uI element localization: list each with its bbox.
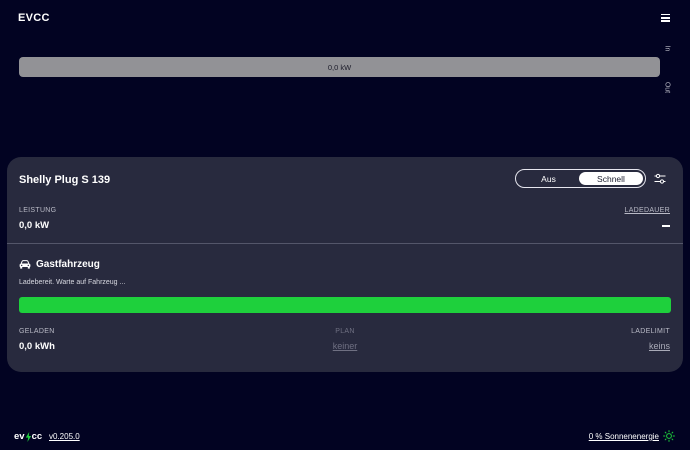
mode-off-button[interactable]: Aus [519,172,578,185]
charge-limit-label: LADELIMIT [631,328,670,335]
charge-duration-label[interactable]: LADEDAUER [625,207,671,214]
logo-text-right: cc [31,431,43,442]
charge-mode-selector: Aus Schnell [515,169,646,188]
power-label: LEISTUNG [19,207,57,214]
energy-flow-value: 0,0 kW [327,62,352,72]
header: EVCC [18,11,672,27]
app-title: EVCC [18,12,50,24]
hamburger-menu-icon[interactable] [661,14,670,22]
loadpoint-title: Shelly Plug S 139 [19,174,111,186]
logo-text-left: ev [14,431,25,442]
solar-share-link[interactable]: 0 % Sonnenenergie [589,432,659,441]
energy-in-label: In [663,45,671,52]
vehicle-header[interactable]: Gastfahrzeug [19,258,100,270]
car-icon [19,259,31,269]
settings-sliders-icon[interactable] [654,173,666,185]
mode-fast-button[interactable]: Schnell [579,172,643,185]
version-link[interactable]: v0.205.0 [49,432,80,441]
energy-out-label: Out [663,81,671,94]
sun-icon [663,430,675,442]
plan-label: PLAN [335,328,355,335]
app: EVCC 0,0 kW In Out Shelly Plug S 139 Aus… [0,0,690,450]
divider [7,243,683,244]
charge-progress-bar [19,297,671,313]
logo-bolt-icon [25,431,31,442]
plan-value[interactable]: keiner [333,341,358,351]
energy-flow-bar[interactable]: 0,0 kW [19,57,660,77]
loadpoint-card: Shelly Plug S 139 Aus Schnell LEISTUNG 0… [7,157,683,372]
evcc-logo[interactable]: ev cc [14,431,42,442]
charging-status: Ladebereit. Warte auf Fahrzeug ... [19,279,126,286]
charge-limit-value[interactable]: keins [649,341,670,351]
charge-duration-value [662,225,670,227]
power-value: 0,0 kW [19,220,50,231]
vehicle-name: Gastfahrzeug [36,258,100,270]
plan-value-wrapper: keiner [7,341,683,351]
